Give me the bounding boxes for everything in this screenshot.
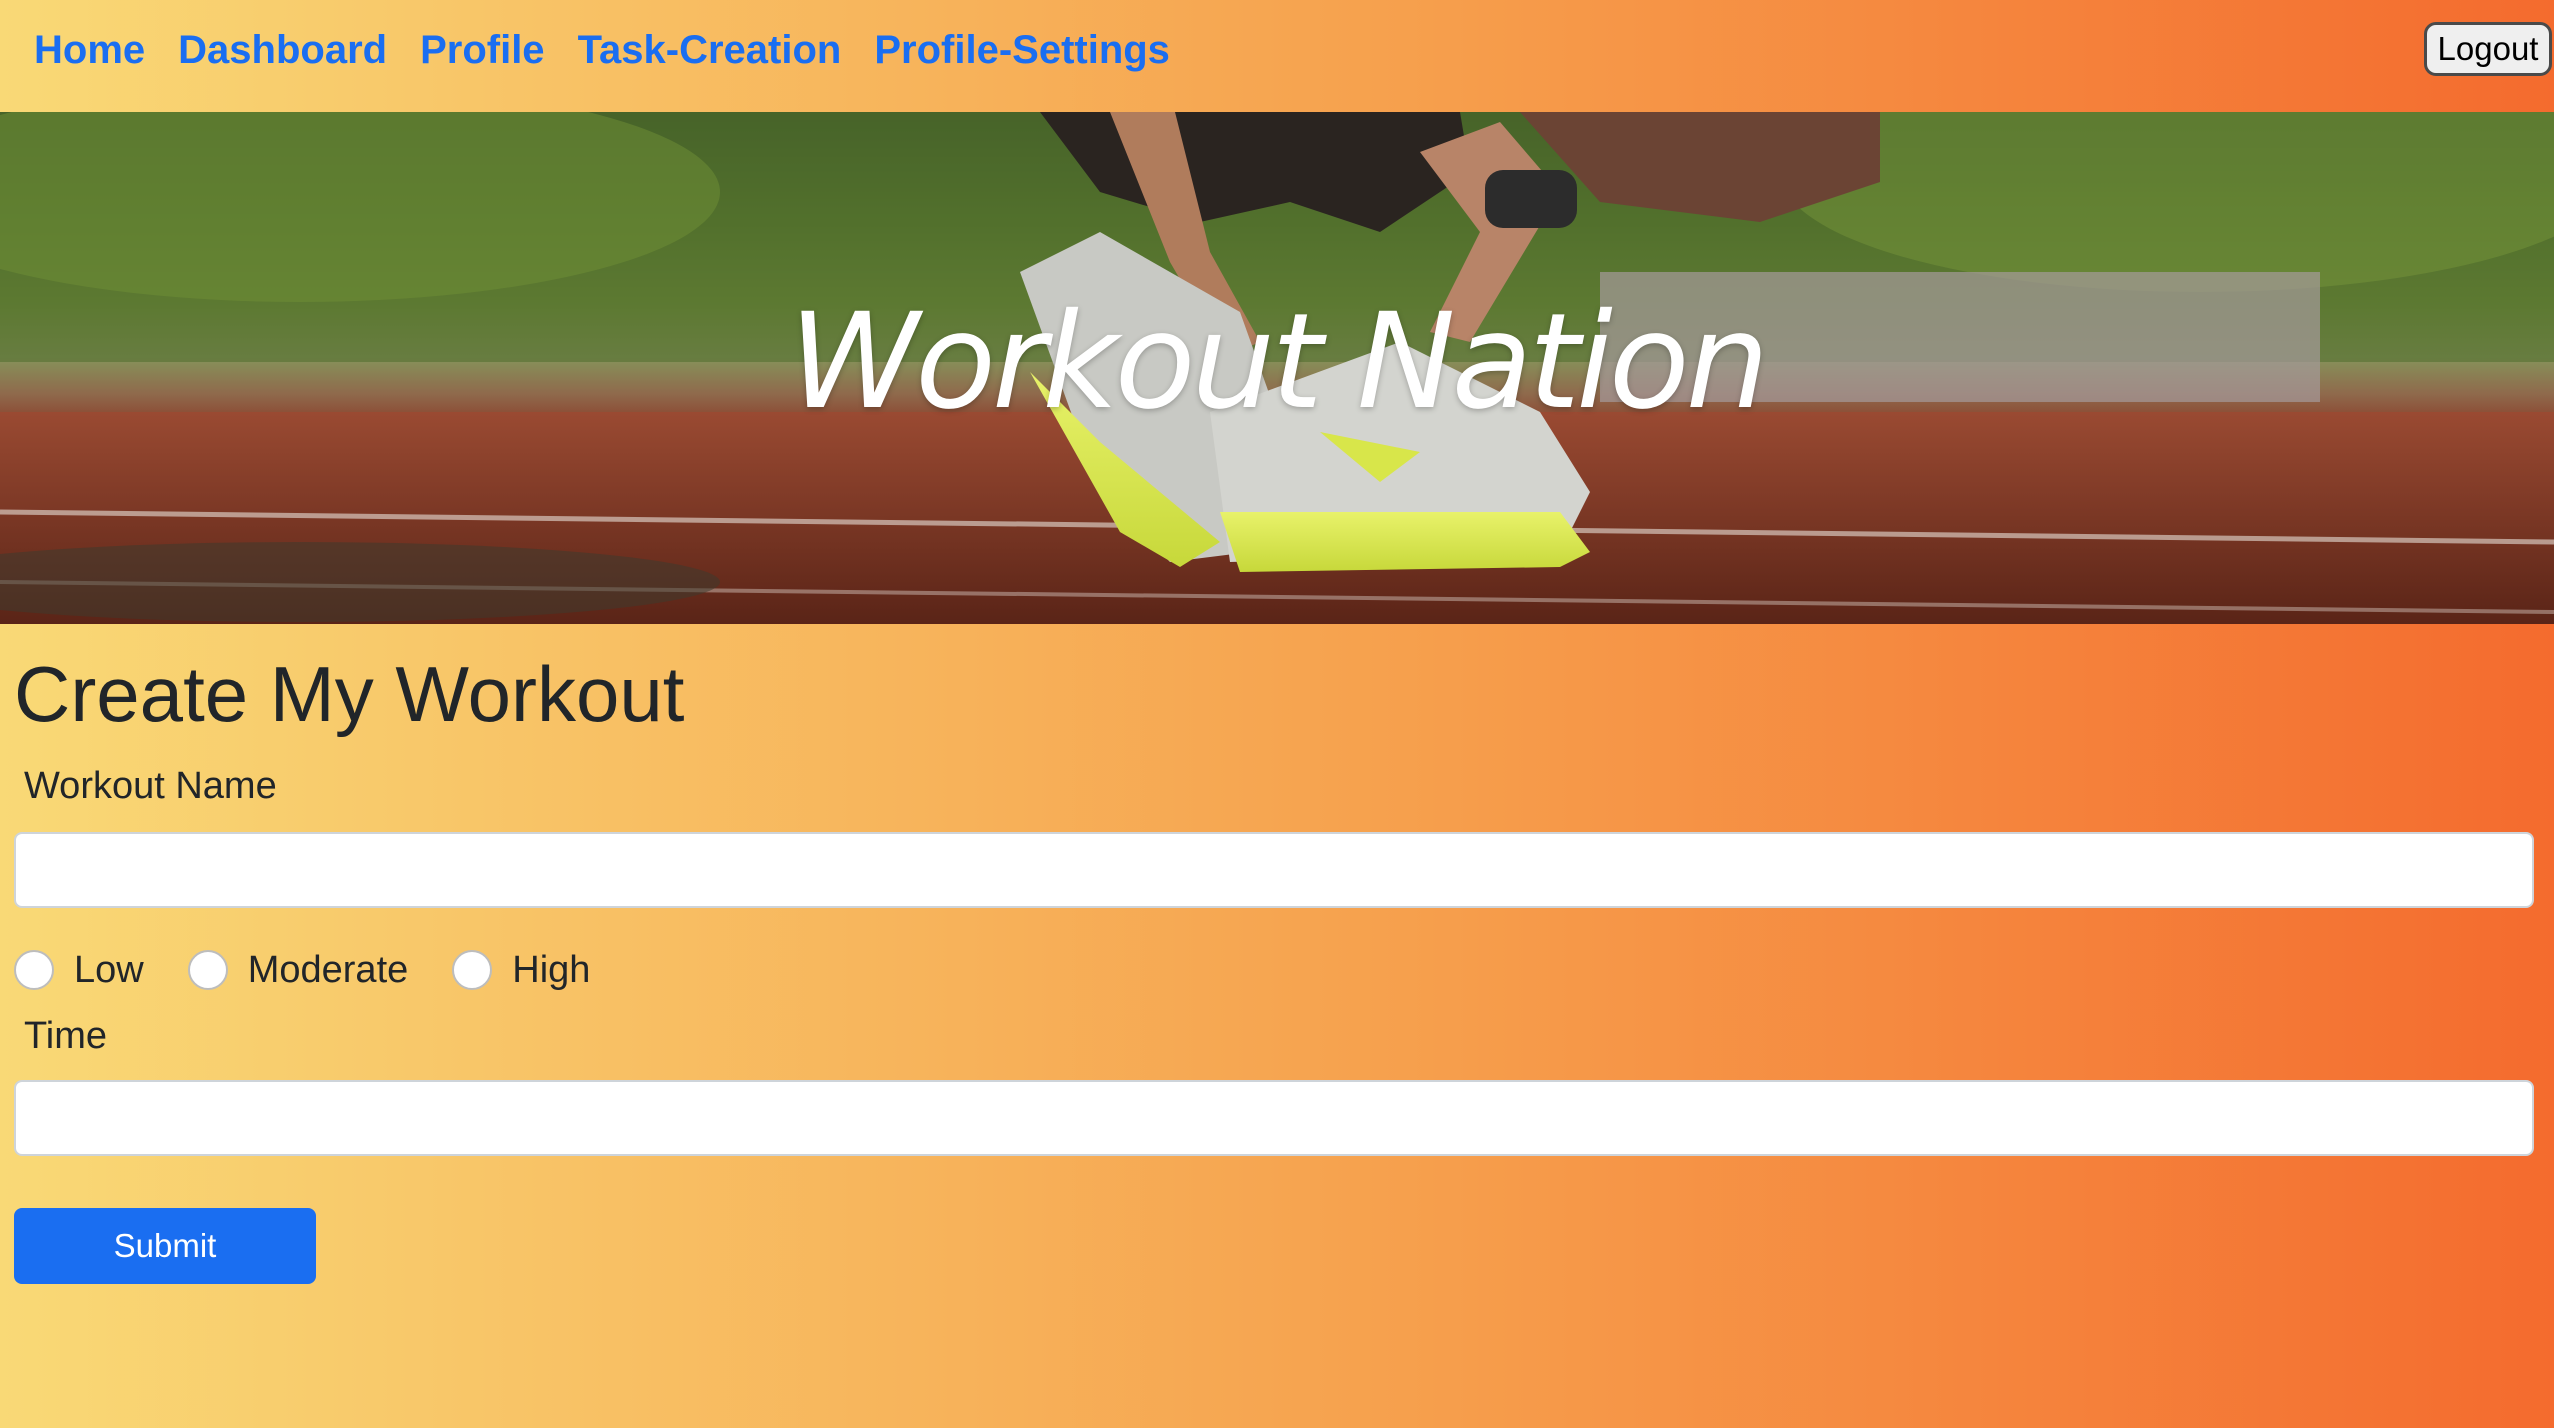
page-title: Create My Workout [14,650,685,738]
workout-name-input[interactable] [14,832,2534,908]
intensity-radio-group: Low Moderate High [14,948,634,992]
nav-links: Home Dashboard Profile Task-Creation Pro… [34,24,1170,76]
radio-label-high: High [512,949,591,991]
nav-link-dashboard[interactable]: Dashboard [178,24,387,76]
submit-button[interactable]: Submit [14,1208,316,1284]
hero-banner: Workout Nation [0,112,2554,624]
top-navbar: Home Dashboard Profile Task-Creation Pro… [0,0,2554,112]
radio-button-low[interactable] [14,950,54,990]
radio-button-moderate[interactable] [187,950,228,990]
intensity-option-low[interactable]: Low [14,948,144,992]
workout-name-label: Workout Name [24,765,277,807]
hero-title: Workout Nation [788,285,1770,439]
radio-button-high[interactable] [452,950,493,990]
nav-link-task-creation[interactable]: Task-Creation [578,24,842,76]
intensity-option-high[interactable]: High [452,948,590,992]
time-label: Time [24,1015,108,1057]
logout-button[interactable]: Logout [2424,22,2552,76]
nav-link-home[interactable]: Home [34,24,145,76]
nav-link-profile[interactable]: Profile [420,24,544,76]
intensity-option-moderate[interactable]: Moderate [187,948,409,992]
nav-link-profile-settings[interactable]: Profile-Settings [874,24,1170,76]
radio-label-low: Low [74,949,144,991]
time-input[interactable] [14,1080,2534,1156]
radio-label-moderate: Moderate [247,949,409,991]
